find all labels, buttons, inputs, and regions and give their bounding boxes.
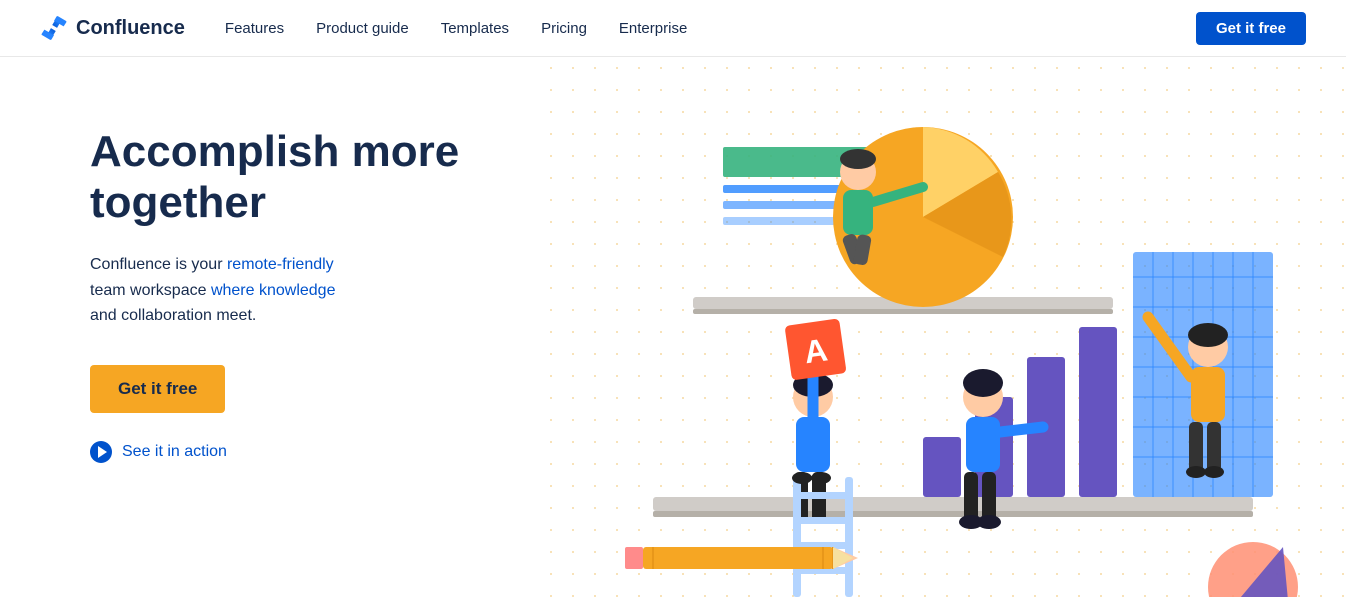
- get-it-free-button[interactable]: Get it free: [90, 365, 225, 413]
- see-in-action-label: See it in action: [122, 443, 227, 461]
- remote-friendly-link[interactable]: remote-friendly: [227, 256, 334, 273]
- nav-link-enterprise[interactable]: Enterprise: [619, 20, 687, 37]
- hero-illustration: A: [540, 57, 1346, 597]
- nav-link-product-guide[interactable]: Product guide: [316, 20, 409, 37]
- knowledge-link[interactable]: where knowledge: [211, 282, 336, 299]
- main-content: Accomplish more together Confluence is y…: [0, 57, 1346, 597]
- nav-cta-button[interactable]: Get it free: [1196, 12, 1306, 45]
- hero-svg: A: [540, 57, 1346, 597]
- logo[interactable]: Confluence: [40, 14, 185, 42]
- play-icon: [90, 441, 112, 463]
- navbar: Confluence Features Product guide Templa…: [0, 0, 1346, 57]
- nav-link-templates[interactable]: Templates: [441, 20, 509, 37]
- see-in-action-button[interactable]: See it in action: [90, 441, 540, 463]
- nav-links: Features Product guide Templates Pricing…: [225, 20, 1196, 37]
- nav-link-pricing[interactable]: Pricing: [541, 20, 587, 37]
- play-triangle: [98, 446, 107, 458]
- hero-left: Accomplish more together Confluence is y…: [0, 57, 540, 597]
- hero-subtitle: Confluence is your remote-friendly team …: [90, 252, 470, 329]
- nav-link-features[interactable]: Features: [225, 20, 284, 37]
- hero-title: Accomplish more together: [90, 127, 540, 228]
- logo-text: Confluence: [76, 17, 185, 40]
- confluence-logo-icon: [40, 14, 68, 42]
